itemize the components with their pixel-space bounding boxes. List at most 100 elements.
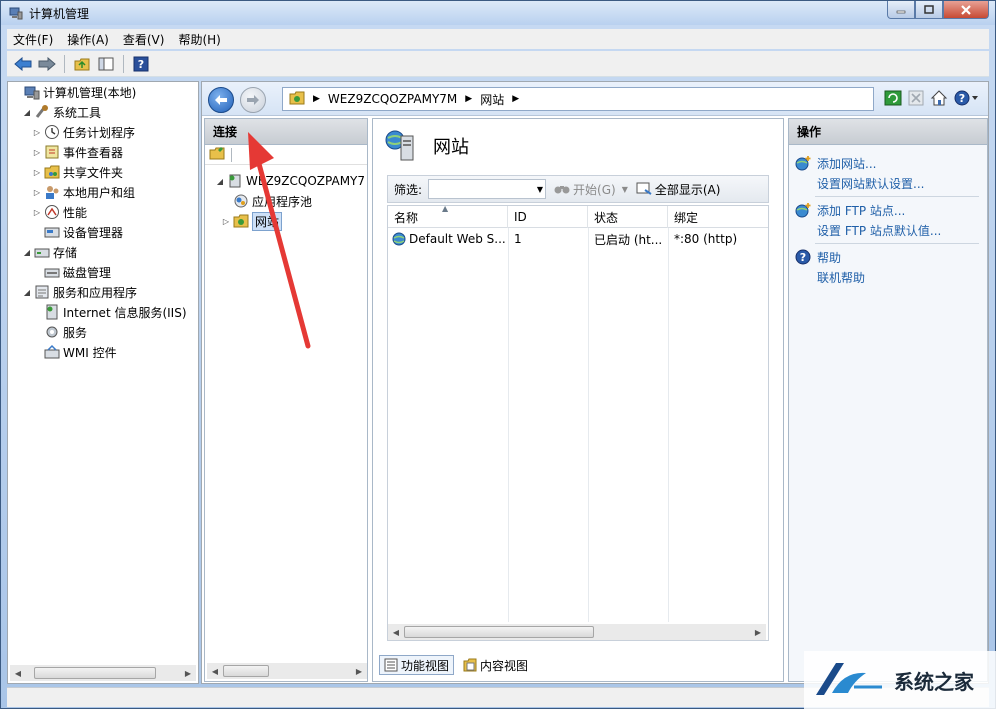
dropdown-icon[interactable]: ▼ [537, 185, 543, 194]
connections-toolbar [205, 145, 367, 165]
menu-help[interactable]: 帮助(H) [178, 31, 220, 48]
column-header-id[interactable]: ID [508, 206, 588, 228]
actions-separator [815, 243, 979, 244]
expand-icon[interactable]: ▷ [32, 208, 42, 217]
expand-icon[interactable]: ▷ [32, 128, 42, 137]
show-hide-tree-button[interactable] [96, 54, 116, 74]
collapse-icon[interactable]: ◢ [22, 108, 32, 117]
breadcrumb-sites[interactable]: 网站 [480, 91, 504, 108]
scroll-left-icon[interactable]: ◀ [388, 624, 404, 640]
device-manager-icon [44, 224, 60, 240]
column-header-name[interactable]: 名称 ▲ [388, 204, 508, 228]
grid-horizontal-scrollbar[interactable]: ◀ ▶ [388, 624, 766, 640]
address-bar[interactable]: ▶ WEZ9ZCQOZPAMY7M ▶ 网站 ▶ [282, 87, 874, 111]
collapse-icon[interactable]: ◢ [215, 177, 225, 186]
tree-item[interactable]: 服务 [8, 322, 198, 342]
connections-sites-node[interactable]: ▷ 网站 [215, 211, 366, 231]
help-circle-icon[interactable]: ? [954, 90, 980, 109]
connections-server-node[interactable]: ◢ WEZ9ZCQOZPAMY7M [215, 171, 366, 191]
tree-item[interactable]: ◢ 存储 [8, 242, 198, 262]
watermark: 系统之家 [804, 651, 996, 709]
refresh-icon[interactable] [884, 90, 902, 109]
tree-item[interactable]: ▷ 事件查看器 [8, 142, 198, 162]
folder-up-icon [74, 58, 90, 70]
forward-button[interactable] [37, 54, 57, 74]
scroll-right-icon[interactable]: ▶ [351, 663, 367, 679]
help-button[interactable]: ? [131, 54, 151, 74]
scroll-thumb[interactable] [404, 626, 594, 638]
back-button[interactable] [13, 54, 33, 74]
scroll-thumb[interactable] [34, 667, 156, 679]
minimize-button[interactable] [887, 1, 915, 19]
title-bar[interactable]: 计算机管理 [1, 1, 995, 25]
tree-item[interactable]: ▷ 本地用户和组 [8, 182, 198, 202]
tree-item[interactable]: 设备管理器 [8, 222, 198, 242]
svg-text:?: ? [959, 92, 965, 105]
help-action[interactable]: ? 帮助 [789, 247, 987, 267]
set-site-defaults-action[interactable]: 设置网站默认设置... [789, 173, 987, 193]
stop-icon[interactable] [908, 90, 924, 109]
tab-features-view[interactable]: 功能视图 [379, 655, 455, 675]
filter-input[interactable]: ▼ [428, 179, 547, 199]
tree-item[interactable]: ▷ 任务计划程序 [8, 122, 198, 142]
column-header-binding[interactable]: 绑定 [668, 206, 768, 228]
tree-item[interactable]: ◢ 服务和应用程序 [8, 282, 198, 302]
show-all-button[interactable]: 全部显示(A) [636, 181, 720, 198]
watermark-text: 系统之家 [894, 669, 974, 694]
connections-tree: ◢ WEZ9ZCQOZPAMY7M 应用程序池 ▷ 网站 [215, 171, 366, 231]
forward-arrow-icon [38, 56, 56, 71]
tree-item[interactable]: ▷ 性能 [8, 202, 198, 222]
tab-content-view[interactable]: 内容视图 [458, 655, 533, 675]
connections-app-pools-node[interactable]: 应用程序池 [215, 191, 366, 211]
tree-horizontal-scrollbar[interactable]: ◀ ▶ [10, 665, 196, 681]
tree-item[interactable]: ◢ 系统工具 [8, 102, 198, 122]
filter-start-button[interactable]: 开始(G) ▼ [554, 181, 628, 198]
menu-view[interactable]: 查看(V) [123, 31, 165, 48]
up-folder-button[interactable] [72, 54, 92, 74]
add-ftp-action[interactable]: 添加 FTP 站点... [789, 200, 987, 220]
svg-text:?: ? [800, 251, 806, 264]
online-help-action[interactable]: 联机帮助 [789, 267, 987, 287]
expand-icon[interactable]: ▷ [32, 188, 42, 197]
content-view-icon [463, 658, 477, 672]
set-site-defaults-label: 设置网站默认设置... [817, 176, 925, 191]
collapse-icon[interactable]: ◢ [22, 288, 32, 297]
breadcrumb-arrow-icon[interactable]: ▶ [512, 94, 519, 104]
dropdown-icon[interactable]: ▼ [622, 185, 628, 194]
connect-icon[interactable] [209, 146, 225, 163]
home-icon[interactable] [930, 90, 948, 109]
collapse-icon[interactable]: ◢ [22, 248, 32, 257]
scroll-left-icon[interactable]: ◀ [10, 665, 26, 681]
tree-item[interactable]: Internet 信息服务(IIS)管 [8, 302, 198, 322]
tree-item[interactable]: ▷ 共享文件夹 [8, 162, 198, 182]
help-circle-icon: ? [795, 249, 811, 265]
scroll-left-icon[interactable]: ◀ [207, 663, 223, 679]
table-row[interactable]: Default Web S... 1 已启动 (ht... *:80 (http… [388, 228, 768, 250]
connections-horizontal-scrollbar[interactable]: ◀ ▶ [207, 663, 367, 679]
tree-item-label: 存储 [53, 245, 78, 260]
set-ftp-defaults-action[interactable]: 设置 FTP 站点默认值... [789, 220, 987, 240]
filter-label: 筛选: [394, 182, 423, 197]
maximize-button[interactable] [915, 1, 943, 19]
scroll-right-icon[interactable]: ▶ [750, 624, 766, 640]
menu-file[interactable]: 文件(F) [13, 31, 53, 48]
scroll-right-icon[interactable]: ▶ [180, 665, 196, 681]
scroll-thumb[interactable] [223, 665, 269, 677]
tree-item[interactable]: 计算机管理(本地) [8, 82, 198, 102]
server-icon [227, 173, 243, 189]
expand-icon[interactable]: ▷ [32, 148, 42, 157]
add-site-action[interactable]: 添加网站... [789, 153, 987, 173]
breadcrumb-server[interactable]: WEZ9ZCQOZPAMY7M [328, 92, 457, 106]
expand-icon[interactable]: ▷ [32, 168, 42, 177]
menu-action[interactable]: 操作(A) [67, 31, 109, 48]
iis-forward-button[interactable] [240, 87, 266, 113]
features-view-icon [384, 658, 398, 672]
iis-back-button[interactable] [208, 87, 234, 113]
column-header-status[interactable]: 状态 [588, 206, 668, 228]
sort-ascending-icon: ▲ [442, 204, 449, 213]
tree-item[interactable]: WMI 控件 [8, 342, 198, 362]
tree-item[interactable]: 磁盘管理 [8, 262, 198, 282]
expand-icon[interactable]: ▷ [221, 217, 231, 226]
close-button[interactable] [943, 1, 989, 19]
iis-navigation-bar: ▶ WEZ9ZCQOZPAMY7M ▶ 网站 ▶ ? [202, 82, 988, 116]
